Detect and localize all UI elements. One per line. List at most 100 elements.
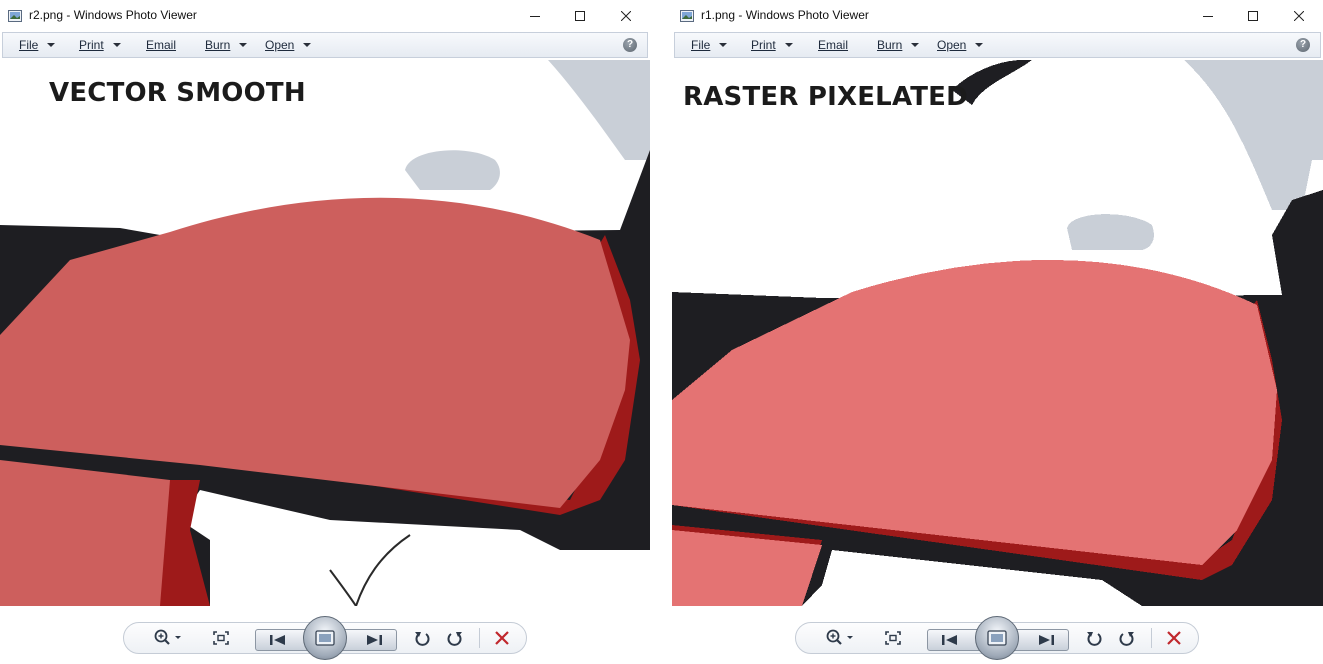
rotate-clockwise-icon xyxy=(1119,632,1134,646)
title-bar[interactable]: r2.png - Windows Photo Viewer xyxy=(0,0,650,32)
divider xyxy=(1151,628,1152,648)
menu-open-label: Open xyxy=(937,38,967,52)
minimize-button[interactable] xyxy=(1185,0,1231,32)
gray-blob xyxy=(1067,214,1154,250)
zoom-button[interactable] xyxy=(150,628,186,648)
delete-icon xyxy=(495,631,509,645)
chevron-down-icon xyxy=(784,43,793,47)
previous-button[interactable] xyxy=(934,630,966,650)
line-stroke xyxy=(355,534,411,606)
image-vector xyxy=(0,60,650,606)
menu-burn-label: Burn xyxy=(205,38,231,52)
menu-file-label: File xyxy=(19,38,39,52)
menu-print[interactable]: Print xyxy=(751,38,793,52)
next-button[interactable] xyxy=(358,630,390,650)
rotate-clockwise-icon xyxy=(447,632,462,646)
gray-curve xyxy=(1184,60,1323,210)
zoom-button[interactable] xyxy=(822,628,858,648)
menu-burn[interactable]: Burn xyxy=(205,38,248,52)
delete-button[interactable] xyxy=(490,628,514,648)
photo-viewer-icon xyxy=(8,10,22,22)
maximize-button[interactable] xyxy=(557,0,603,32)
close-icon xyxy=(621,11,631,21)
red-shape xyxy=(0,460,170,606)
rotate-counterclockwise-button[interactable] xyxy=(410,628,434,648)
image-canvas[interactable]: VECTOR SMOOTH xyxy=(0,60,650,606)
maximize-button[interactable] xyxy=(1230,0,1276,32)
window-title: r2.png - Windows Photo Viewer xyxy=(29,8,197,22)
menu-open[interactable]: Open xyxy=(937,38,984,52)
actual-size-icon xyxy=(885,631,901,645)
gray-blob xyxy=(405,150,500,190)
next-button[interactable] xyxy=(1030,630,1062,650)
minimize-button[interactable] xyxy=(512,0,558,32)
menu-print[interactable]: Print xyxy=(79,38,121,52)
actual-size-icon xyxy=(213,631,229,645)
menu-email[interactable]: Email xyxy=(818,38,848,52)
previous-button[interactable] xyxy=(262,630,294,650)
menu-file[interactable]: File xyxy=(19,38,56,52)
photo-viewer-window-right: r1.png - Windows Photo Viewer File Print… xyxy=(672,0,1323,664)
title-bar[interactable]: r1.png - Windows Photo Viewer xyxy=(672,0,1323,32)
close-button[interactable] xyxy=(603,0,649,32)
chevron-down-icon xyxy=(719,43,728,47)
menu-burn-label: Burn xyxy=(877,38,903,52)
close-icon xyxy=(1294,11,1304,21)
photo-viewer-icon xyxy=(680,10,694,22)
chevron-down-icon xyxy=(911,43,920,47)
menu-file-label: File xyxy=(691,38,711,52)
rotate-counterclockwise-icon xyxy=(415,632,430,646)
help-icon[interactable]: ? xyxy=(1296,38,1310,52)
rotate-clockwise-button[interactable] xyxy=(1115,628,1139,648)
slideshow-icon xyxy=(987,630,1007,646)
close-button[interactable] xyxy=(1276,0,1322,32)
delete-icon xyxy=(1167,631,1181,645)
chevron-down-icon xyxy=(112,43,121,47)
overlay-label: RASTER PIXELATED xyxy=(683,82,968,112)
overlay-label: VECTOR SMOOTH xyxy=(49,78,306,108)
slideshow-button[interactable] xyxy=(303,616,347,660)
minimize-icon xyxy=(530,16,540,17)
menu-file[interactable]: File xyxy=(691,38,728,52)
help-icon[interactable]: ? xyxy=(623,38,637,52)
photo-viewer-window-left: r2.png - Windows Photo Viewer File Print… xyxy=(0,0,650,664)
previous-icon xyxy=(942,635,957,645)
menu-email-label: Email xyxy=(146,38,177,52)
menu-email-label: Email xyxy=(818,38,849,52)
image-raster xyxy=(672,60,1323,606)
previous-icon xyxy=(270,635,285,645)
menu-open-label: Open xyxy=(265,38,295,52)
maximize-icon xyxy=(575,11,585,21)
chevron-down-icon xyxy=(975,43,984,47)
menu-open[interactable]: Open xyxy=(265,38,312,52)
image-canvas[interactable]: RASTER PIXELATED xyxy=(672,60,1323,606)
divider xyxy=(479,628,480,648)
menu-burn[interactable]: Burn xyxy=(877,38,920,52)
next-icon xyxy=(367,635,382,645)
rotate-counterclockwise-button[interactable] xyxy=(1082,628,1106,648)
zoom-icon xyxy=(154,629,181,645)
line-stroke xyxy=(329,569,357,606)
menu-print-label: Print xyxy=(751,38,776,52)
rotate-counterclockwise-icon xyxy=(1087,632,1102,646)
chevron-down-icon xyxy=(239,43,248,47)
chevron-down-icon xyxy=(303,43,312,47)
delete-button[interactable] xyxy=(1162,628,1186,648)
menu-print-label: Print xyxy=(79,38,104,52)
minimize-icon xyxy=(1203,16,1213,17)
control-bar xyxy=(0,606,650,664)
window-title: r1.png - Windows Photo Viewer xyxy=(701,8,869,22)
actual-size-button[interactable] xyxy=(209,628,233,648)
control-bar xyxy=(672,606,1323,664)
slideshow-icon xyxy=(315,630,335,646)
chevron-down-icon xyxy=(47,43,56,47)
rotate-clockwise-button[interactable] xyxy=(443,628,467,648)
actual-size-button[interactable] xyxy=(881,628,905,648)
menu-email[interactable]: Email xyxy=(146,38,176,52)
maximize-icon xyxy=(1248,11,1258,21)
gray-curve xyxy=(548,60,650,160)
slideshow-button[interactable] xyxy=(975,616,1019,660)
menu-bar: File Print Email Burn Open ? xyxy=(674,32,1321,58)
zoom-icon xyxy=(826,629,853,645)
next-icon xyxy=(1039,635,1054,645)
